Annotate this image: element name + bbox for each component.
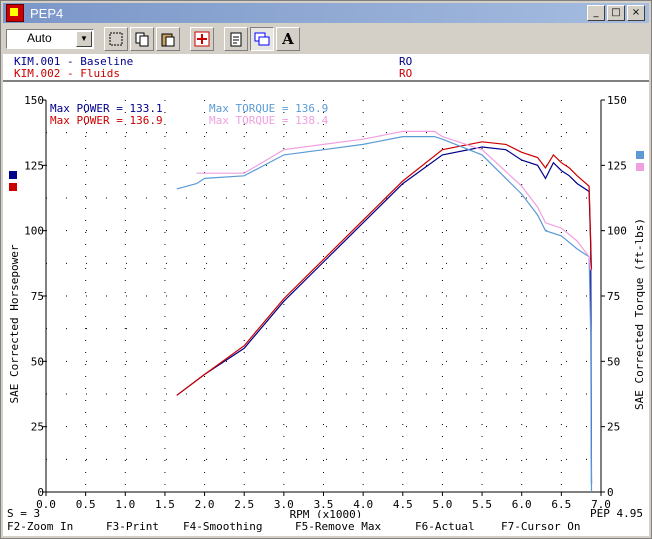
x-tick-label: 1.0: [115, 498, 135, 511]
zoom-fit-button[interactable]: [190, 27, 214, 51]
fkey-7[interactable]: F7-Cursor On: [501, 520, 580, 533]
run-1-power-line: [176, 146, 593, 485]
app-window: PEP4 _ □ × Auto ▼ A KIM.001 - Baseline R…: [0, 0, 652, 539]
run-2-torque-swatch: [636, 163, 644, 171]
y-tick-label: 100: [24, 225, 44, 238]
y-axis-label: SAE Corrected Horsepower: [8, 244, 21, 403]
window-title: PEP4: [30, 5, 64, 21]
run-1-torque-line: [176, 135, 593, 493]
app-icon[interactable]: [6, 4, 24, 22]
overlay-button[interactable]: [250, 27, 274, 51]
y2-tick-label: 25: [607, 421, 620, 434]
run-2-power-swatch: [9, 183, 17, 191]
crosshair-icon: [194, 31, 210, 47]
paste-button[interactable]: [156, 27, 180, 51]
x-tick-label: 7.0: [591, 498, 611, 511]
copy-icon: [135, 32, 149, 47]
y2-tick-label: 75: [607, 290, 620, 303]
y-tick-label: 150: [24, 94, 44, 107]
y-tick-label: 75: [31, 290, 44, 303]
y2-axis-label: SAE Corrected Torque (ft-lbs): [633, 218, 646, 410]
close-button[interactable]: ×: [627, 5, 645, 21]
fkey-2[interactable]: F2-Zoom In: [7, 520, 73, 533]
run-1-power-swatch: [9, 171, 17, 179]
chart-lines: [176, 130, 593, 493]
title-bar[interactable]: PEP4 _ □ ×: [3, 3, 649, 23]
toolbar: Auto ▼ A: [3, 25, 649, 53]
function-key-bar: F2-Zoom In F3-Print F4-Smoothing F5-Remove …: [3, 518, 649, 536]
window-icon: [254, 32, 270, 46]
x-tick-label: 2.0: [195, 498, 215, 511]
x-tick-label: 2.5: [234, 498, 254, 511]
fkey-3[interactable]: F3-Print: [106, 520, 159, 533]
chevron-down-icon[interactable]: ▼: [76, 31, 92, 47]
x-tick-label: 6.5: [551, 498, 571, 511]
properties-button[interactable]: [224, 27, 248, 51]
dotted-rectangle-icon: [109, 32, 123, 46]
chart-area[interactable]: KIM.001 - Baseline RO KIM.002 - Fluids R…: [3, 54, 649, 521]
x-tick-label: 5.5: [472, 498, 492, 511]
dyno-chart[interactable]: KIM.001 - Baseline RO KIM.002 - Fluids R…: [3, 54, 649, 521]
y2-tick-label: 125: [607, 159, 627, 172]
run-2-tag: RO: [399, 67, 412, 80]
fkey-4[interactable]: F4-Smoothing: [183, 520, 262, 533]
copy-button[interactable]: [130, 27, 154, 51]
mode-select[interactable]: Auto ▼: [6, 29, 94, 49]
x-tick-label: 5.0: [432, 498, 452, 511]
x-tick-label: 6.0: [512, 498, 532, 511]
fkey-6[interactable]: F6-Actual: [415, 520, 475, 533]
x-tick-label: 1.5: [155, 498, 175, 511]
run-2-torque-line: [196, 130, 592, 270]
maximize-button[interactable]: □: [607, 5, 625, 21]
y-tick-label: 125: [24, 159, 44, 172]
paste-icon: [161, 33, 175, 47]
mode-select-value: Auto: [27, 31, 52, 45]
run-2-power-line: [176, 141, 593, 396]
y2-tick-label: 150: [607, 94, 627, 107]
y2-tick-label: 50: [607, 355, 620, 368]
window-controls: _ □ ×: [587, 5, 645, 21]
run-1-torque-swatch: [636, 151, 644, 159]
minimize-button[interactable]: _: [587, 5, 605, 21]
max-torque-2: Max TORQUE = 138.4: [209, 114, 329, 127]
x-tick-label: 0.0: [36, 498, 56, 511]
clipboard-icon: [230, 32, 242, 47]
chart-grid: [45, 100, 602, 493]
text-button[interactable]: A: [276, 27, 300, 51]
x-tick-label: 3.5: [314, 498, 334, 511]
max-power-2: Max POWER = 136.9: [50, 114, 163, 127]
x-tick-label: 3.0: [274, 498, 294, 511]
y-tick-label: 25: [31, 421, 44, 434]
x-tick-label: 4.0: [353, 498, 373, 511]
font-icon: A: [282, 30, 294, 48]
y-tick-label: 50: [31, 355, 44, 368]
select-area-button[interactable]: [104, 27, 128, 51]
run-2-name: KIM.002 - Fluids: [14, 67, 120, 80]
x-tick-label: 4.5: [393, 498, 413, 511]
y2-tick-label: 100: [607, 225, 627, 238]
fkey-5[interactable]: F5-Remove Max: [295, 520, 381, 533]
x-tick-label: 0.5: [76, 498, 96, 511]
